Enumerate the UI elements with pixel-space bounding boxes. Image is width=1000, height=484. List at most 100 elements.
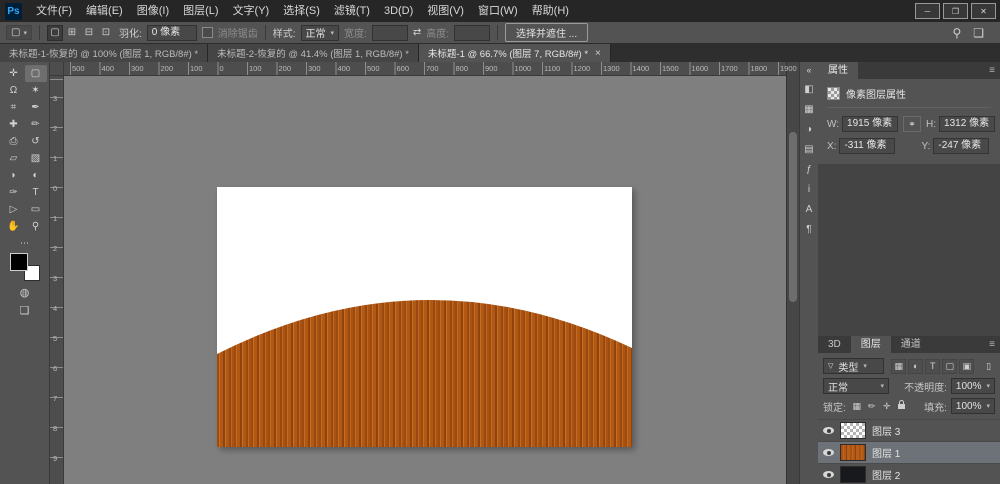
layer-row[interactable]: 图层 2: [818, 464, 1000, 484]
lock-position-icon[interactable]: ✛: [880, 399, 894, 413]
style-select[interactable]: 正常 ▾: [301, 25, 340, 41]
lock-transparent-pixels-icon[interactable]: ▦: [850, 399, 864, 413]
filter-adjustment-layers-icon[interactable]: ◐: [908, 359, 923, 374]
styles-panel-icon[interactable]: ƒ: [806, 165, 812, 175]
swatches-panel-icon[interactable]: ▦: [804, 105, 813, 115]
menu-item-9[interactable]: 窗口(W): [471, 0, 525, 22]
path-selection-tool[interactable]: ▷: [3, 201, 25, 218]
restore-button[interactable]: ❐: [943, 3, 968, 19]
v-ruler-label-6: 3: [53, 274, 57, 283]
add-to-selection-icon[interactable]: ⊞: [64, 25, 80, 41]
libraries-panel-icon[interactable]: ▤: [804, 145, 813, 155]
canvas-vertical-scrollbar[interactable]: [786, 62, 799, 484]
filter-type-layers-icon[interactable]: T: [925, 359, 940, 374]
foreground-color-swatch[interactable]: [10, 253, 28, 271]
paragraph-panel-icon[interactable]: ¶: [806, 225, 811, 235]
shape-tool[interactable]: ▭: [25, 201, 47, 218]
tool-preset-picker[interactable]: ▢ ▾: [6, 25, 32, 40]
panel-menu-icon[interactable]: ≡: [989, 339, 995, 350]
tab-图层[interactable]: 图层: [851, 336, 891, 353]
menu-item-0[interactable]: 文件(F): [29, 0, 79, 22]
width-value-field[interactable]: 1915 像素: [842, 116, 898, 132]
fill-select[interactable]: 100% ▾: [951, 398, 995, 414]
menu-item-1[interactable]: 编辑(E): [79, 0, 130, 22]
menu-item-4[interactable]: 文字(Y): [226, 0, 277, 22]
info-panel-icon[interactable]: i: [808, 185, 810, 195]
color-panel-icon[interactable]: ◧: [804, 85, 813, 95]
menu-item-3[interactable]: 图层(L): [176, 0, 225, 22]
swap-dimensions-icon[interactable]: ⇄: [413, 27, 421, 38]
pen-tool[interactable]: ✑: [3, 184, 25, 201]
eraser-tool[interactable]: ▱: [3, 150, 25, 167]
zoom-tool[interactable]: ⚲: [25, 218, 47, 235]
type-tool[interactable]: T: [25, 184, 47, 201]
tab-通道[interactable]: 通道: [891, 336, 931, 353]
character-panel-icon[interactable]: A: [806, 205, 813, 215]
history-brush-tool[interactable]: ↺: [25, 133, 47, 150]
menu-item-8[interactable]: 视图(V): [420, 0, 471, 22]
document-tab-0[interactable]: 未标题-1-恢复的 @ 100% (图层 1, RGB/8#) *: [0, 44, 208, 62]
height-value-field[interactable]: 1312 像素: [939, 116, 995, 132]
filter-toggle-icon[interactable]: ▯: [982, 359, 995, 373]
blend-mode-select[interactable]: 正常 ▾: [823, 378, 889, 394]
move-tool[interactable]: ✛: [3, 65, 25, 82]
eyedropper-tool[interactable]: ✒: [25, 99, 47, 116]
clone-stamp-tool[interactable]: ⎙: [3, 133, 25, 150]
menu-item-2[interactable]: 图像(I): [130, 0, 176, 22]
blur-tool[interactable]: ◗: [3, 167, 25, 184]
menu-item-6[interactable]: 滤镜(T): [327, 0, 377, 22]
visibility-eye-icon[interactable]: [823, 427, 834, 434]
edit-toolbar-icon[interactable]: ⋯: [20, 238, 29, 249]
screen-mode-icon[interactable]: ❏: [20, 306, 30, 317]
document-tab-2[interactable]: 未标题-1 @ 66.7% (图层 7, RGB/8#) *×: [419, 44, 611, 62]
close-button[interactable]: ✕: [971, 3, 996, 19]
search-icon[interactable]: ⚲: [952, 26, 961, 40]
healing-brush-tool[interactable]: ✚: [3, 116, 25, 133]
document-canvas[interactable]: [217, 187, 632, 447]
antialias-checkbox[interactable]: [202, 27, 213, 38]
filter-shape-layers-icon[interactable]: ▢: [942, 359, 957, 374]
document-tab-1[interactable]: 未标题-2-恢复的 @ 41.4% (图层 1, RGB/8#) *: [208, 44, 419, 62]
rectangular-marquee-tool[interactable]: ▢: [25, 65, 47, 82]
minimize-button[interactable]: ─: [915, 3, 940, 19]
adjustments-panel-icon[interactable]: ◑: [806, 125, 812, 135]
dodge-tool[interactable]: ◐: [25, 167, 47, 184]
quick-mask-icon[interactable]: ◍: [20, 288, 30, 299]
feather-input[interactable]: 0 像素: [147, 25, 197, 41]
tab-3D[interactable]: 3D: [818, 336, 851, 353]
tab-close-icon[interactable]: ×: [595, 48, 601, 59]
gradient-tool[interactable]: ▧: [25, 150, 47, 167]
panel-menu-icon[interactable]: ≡: [989, 65, 995, 76]
filter-smart-objects-icon[interactable]: ▣: [959, 359, 974, 374]
opacity-select[interactable]: 100% ▾: [951, 378, 995, 394]
new-selection-icon[interactable]: ▢: [47, 25, 63, 41]
visibility-eye-icon[interactable]: [823, 449, 834, 456]
x-value-field[interactable]: -311 像素: [839, 138, 895, 154]
menu-item-10[interactable]: 帮助(H): [525, 0, 576, 22]
filter-type-select[interactable]: ▽ 类型 ▾: [823, 358, 884, 374]
width-input[interactable]: [372, 25, 408, 41]
menu-item-5[interactable]: 选择(S): [276, 0, 327, 22]
scrollbar-thumb[interactable]: [789, 132, 797, 302]
height-input[interactable]: [454, 25, 490, 41]
tab-properties[interactable]: 属性: [818, 62, 858, 79]
crop-tool[interactable]: ⌗: [3, 99, 25, 116]
lasso-tool[interactable]: Ω: [3, 82, 25, 99]
magic-wand-tool[interactable]: ✶: [25, 82, 47, 99]
menu-item-7[interactable]: 3D(D): [377, 0, 420, 22]
intersect-selection-icon[interactable]: ⊡: [98, 25, 114, 41]
layer-row[interactable]: 图层 1: [818, 442, 1000, 464]
link-dimensions-icon[interactable]: ⚭: [903, 116, 921, 132]
brush-tool[interactable]: ✏: [25, 116, 47, 133]
subtract-from-selection-icon[interactable]: ⊟: [81, 25, 97, 41]
filter-pixel-layers-icon[interactable]: ▦: [891, 359, 906, 374]
lock-image-pixels-icon[interactable]: ✏: [865, 399, 879, 413]
visibility-eye-icon[interactable]: [823, 471, 834, 478]
hand-tool[interactable]: ✋: [3, 218, 25, 235]
workspace-icon[interactable]: ❏: [973, 26, 984, 40]
y-value-field[interactable]: -247 像素: [933, 138, 989, 154]
layer-row[interactable]: 图层 3: [818, 420, 1000, 442]
expand-panels-icon[interactable]: «: [806, 65, 811, 75]
lock-all-icon[interactable]: [895, 399, 909, 413]
select-and-mask-button[interactable]: 选择并遮住 ...: [505, 23, 588, 42]
